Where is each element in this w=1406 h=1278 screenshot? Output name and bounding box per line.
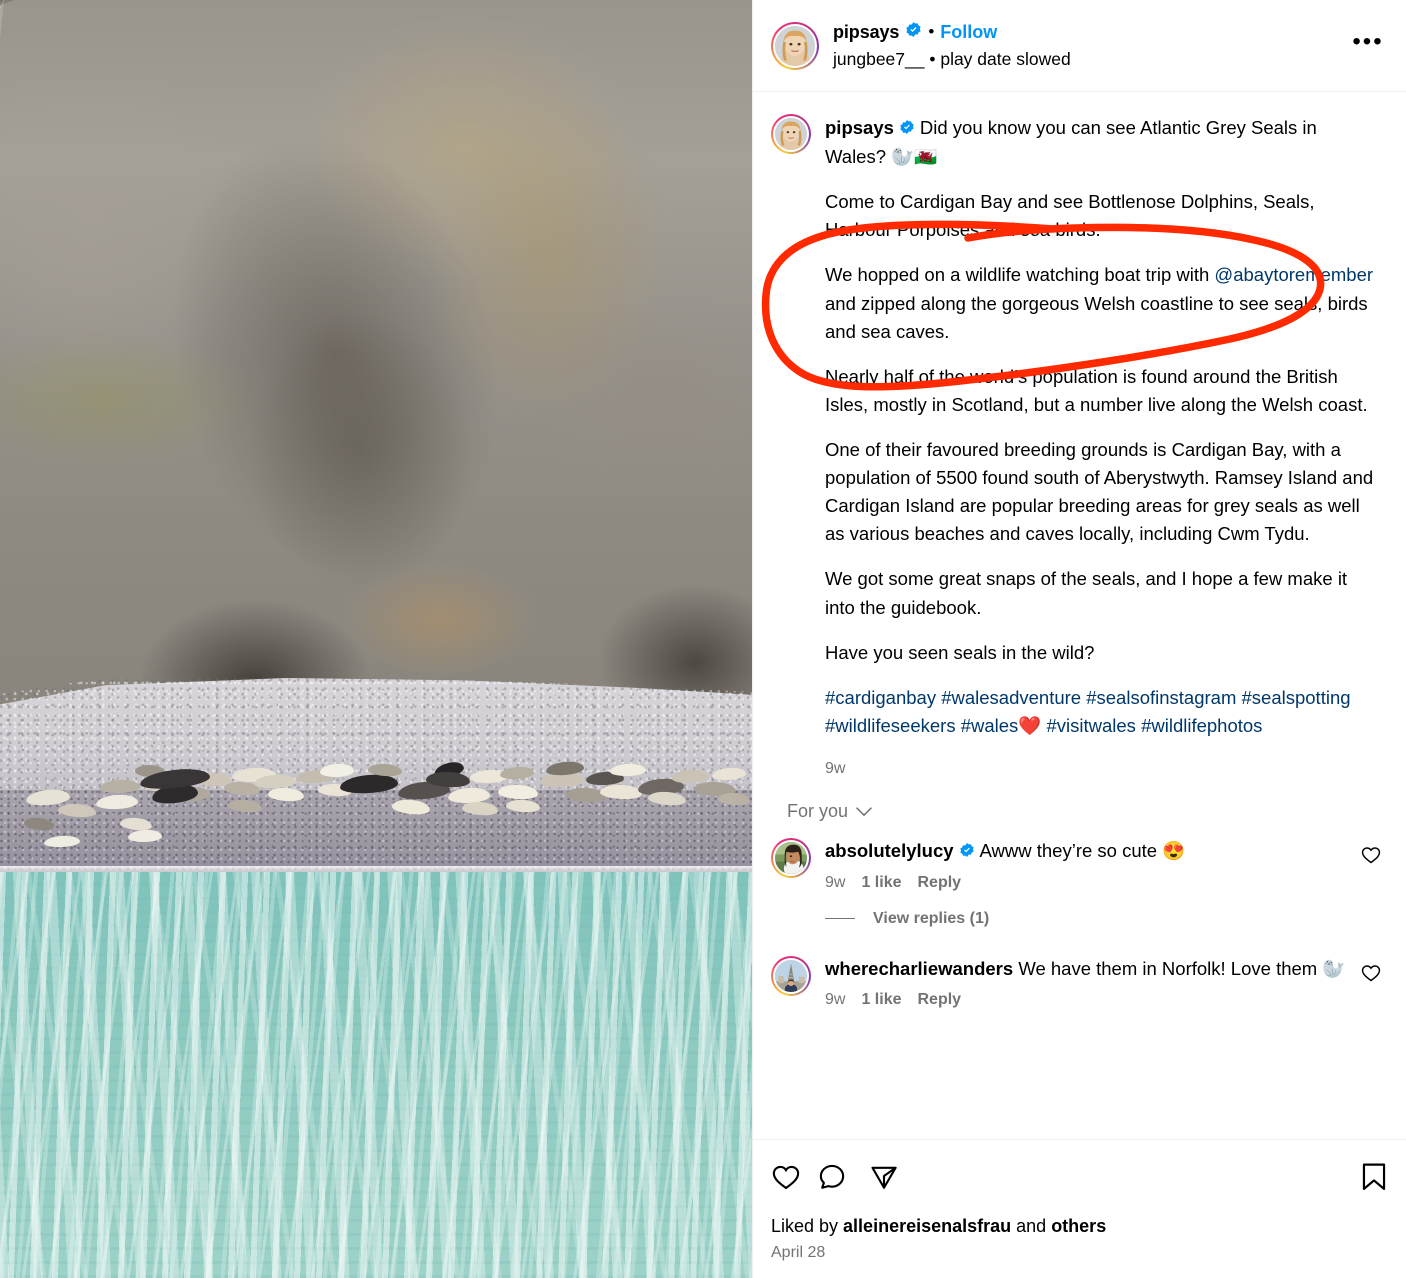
- comment-body: wherecharliewanders We have them in Norf…: [825, 956, 1360, 1009]
- view-replies-line: [825, 918, 855, 920]
- post-body[interactable]: pipsays Did you know you can see Atlantic…: [753, 92, 1406, 1139]
- comments-filter-dropdown[interactable]: For you: [753, 785, 890, 824]
- comments-filter-label: For you: [787, 801, 849, 822]
- liked-by-prefix: Liked by: [771, 1216, 844, 1236]
- verified-badge-icon: [905, 21, 922, 43]
- comment-item: absolutelylucy Awww they’re so cute 😍 9w …: [753, 824, 1406, 936]
- cliff-vegetation: [0, 330, 260, 470]
- avatar-image: [775, 959, 807, 992]
- comment-message: Awww they’re so cute 😍: [979, 840, 1186, 862]
- caption-paragraph-1: pipsays Did you know you can see Atlantic…: [825, 114, 1378, 171]
- sea-cave-right: [600, 585, 752, 695]
- media-scene: [0, 0, 752, 1278]
- avatar-image: [775, 118, 807, 150]
- comment-text: wherecharliewanders We have them in Norf…: [825, 956, 1360, 983]
- caption-paragraph-6: We got some great snaps of the seals, an…: [825, 568, 1348, 618]
- liked-by-middle: and: [1011, 1216, 1052, 1236]
- caption-paragraph-3: We hopped on a wildlife watching boat tr…: [825, 261, 1378, 345]
- avatar-caption-pipsays[interactable]: [771, 114, 811, 154]
- more-options-button[interactable]: •••: [1346, 24, 1390, 68]
- post-header: pipsays • Follow jungbee7__ • play date …: [753, 0, 1406, 92]
- post-author-username[interactable]: pipsays: [833, 22, 899, 44]
- verified-badge-icon: [899, 115, 915, 143]
- comment-username[interactable]: wherecharliewanders: [825, 958, 1013, 979]
- caption-paragraph-7: Have you seen seals in the wild?: [825, 641, 1095, 663]
- header-text: pipsays • Follow jungbee7__ • play date …: [833, 21, 1346, 69]
- heart-icon: [772, 1165, 800, 1190]
- post-details-panel: pipsays • Follow jungbee7__ • play date …: [752, 0, 1406, 1278]
- comment-meta: 9w 1 like Reply: [825, 874, 1360, 892]
- comment-item: wherecharliewanders We have them in Norf…: [753, 936, 1406, 1011]
- caption-p3-suffix: and zipped along the gorgeous Welsh coas…: [825, 292, 1368, 342]
- comment-reply-button[interactable]: Reply: [917, 874, 961, 892]
- comment-button[interactable]: [817, 1154, 869, 1200]
- post-actions: [771, 1154, 1388, 1200]
- comment-time: 9w: [825, 990, 846, 1008]
- comment-like-count[interactable]: 1 like: [861, 991, 901, 1009]
- audio-attribution[interactable]: jungbee7__ • play date slowed: [833, 49, 1346, 70]
- caption-paragraph-5: One of their favoured breeding grounds i…: [825, 439, 1374, 545]
- liked-by-row: Liked by alleinereisenalsfrau and others: [771, 1216, 1388, 1237]
- avatar-wherecharliewanders[interactable]: [771, 955, 811, 996]
- avatar-pipsays[interactable]: [771, 21, 819, 70]
- caption-p3-prefix: We hopped on a wildlife watching boat tr…: [825, 264, 1215, 286]
- liked-by-others[interactable]: others: [1051, 1216, 1106, 1236]
- avatar-image: [775, 25, 815, 66]
- bookmark-icon: [1362, 1163, 1386, 1190]
- header-username-row: pipsays • Follow: [833, 21, 1346, 43]
- caption-text: pipsays Did you know you can see Atlantic…: [825, 114, 1378, 781]
- chevron-down-icon: [856, 801, 872, 822]
- comment-reply-button[interactable]: Reply: [917, 991, 961, 1009]
- instagram-post: pipsays • Follow jungbee7__ • play date …: [0, 0, 1406, 1278]
- liked-by-username[interactable]: alleinereisenalsfrau: [843, 1216, 1011, 1236]
- caption-block: pipsays Did you know you can see Atlantic…: [753, 92, 1406, 785]
- cliff-ochre-patch: [340, 560, 540, 680]
- follow-button[interactable]: Follow: [940, 22, 997, 44]
- comment-like-icon[interactable]: [1360, 844, 1382, 866]
- comment-time: 9w: [825, 873, 846, 891]
- comment-message: We have them in Norfolk! Love them 🦭: [1018, 957, 1346, 979]
- avatar-absolutelylucy[interactable]: [771, 838, 811, 879]
- comment-icon: [819, 1164, 845, 1189]
- comment-text: absolutelylucy Awww they’re so cute 😍: [825, 838, 1360, 866]
- comment-body: absolutelylucy Awww they’re so cute 😍 9w …: [825, 838, 1360, 934]
- caption-hashtags[interactable]: #cardiganbay #walesadventure #sealsofins…: [825, 684, 1378, 740]
- view-replies-button[interactable]: View replies (1): [825, 892, 1360, 934]
- caption-paragraph-2: Come to Cardigan Bay and see Bottlenose …: [825, 191, 1315, 241]
- caption-paragraph-4: Nearly half of the world’s population is…: [825, 365, 1368, 415]
- mention-link[interactable]: @abaytoremember: [1214, 264, 1373, 285]
- post-media[interactable]: [0, 0, 752, 1278]
- share-button[interactable]: [869, 1154, 921, 1200]
- post-footer: Liked by alleinereisenalsfrau and others…: [753, 1139, 1406, 1278]
- comment-meta: 9w 1 like Reply: [825, 991, 1360, 1009]
- comment-like-icon[interactable]: [1360, 962, 1382, 984]
- comment-like-count[interactable]: 1 like: [861, 874, 901, 892]
- caption-author[interactable]: pipsays: [825, 117, 894, 138]
- view-replies-label: View replies (1): [873, 909, 990, 927]
- save-button[interactable]: [1360, 1154, 1388, 1200]
- comment-username[interactable]: absolutelylucy: [825, 840, 954, 861]
- like-button[interactable]: [771, 1154, 817, 1200]
- avatar-image: [775, 842, 807, 875]
- share-icon: [871, 1166, 897, 1189]
- sea-ripples-overlay: [0, 872, 752, 1278]
- post-date: April 28: [771, 1244, 826, 1261]
- verified-badge-icon: [959, 839, 975, 866]
- header-separator: •: [928, 22, 935, 42]
- caption-timestamp: 9w: [825, 760, 846, 778]
